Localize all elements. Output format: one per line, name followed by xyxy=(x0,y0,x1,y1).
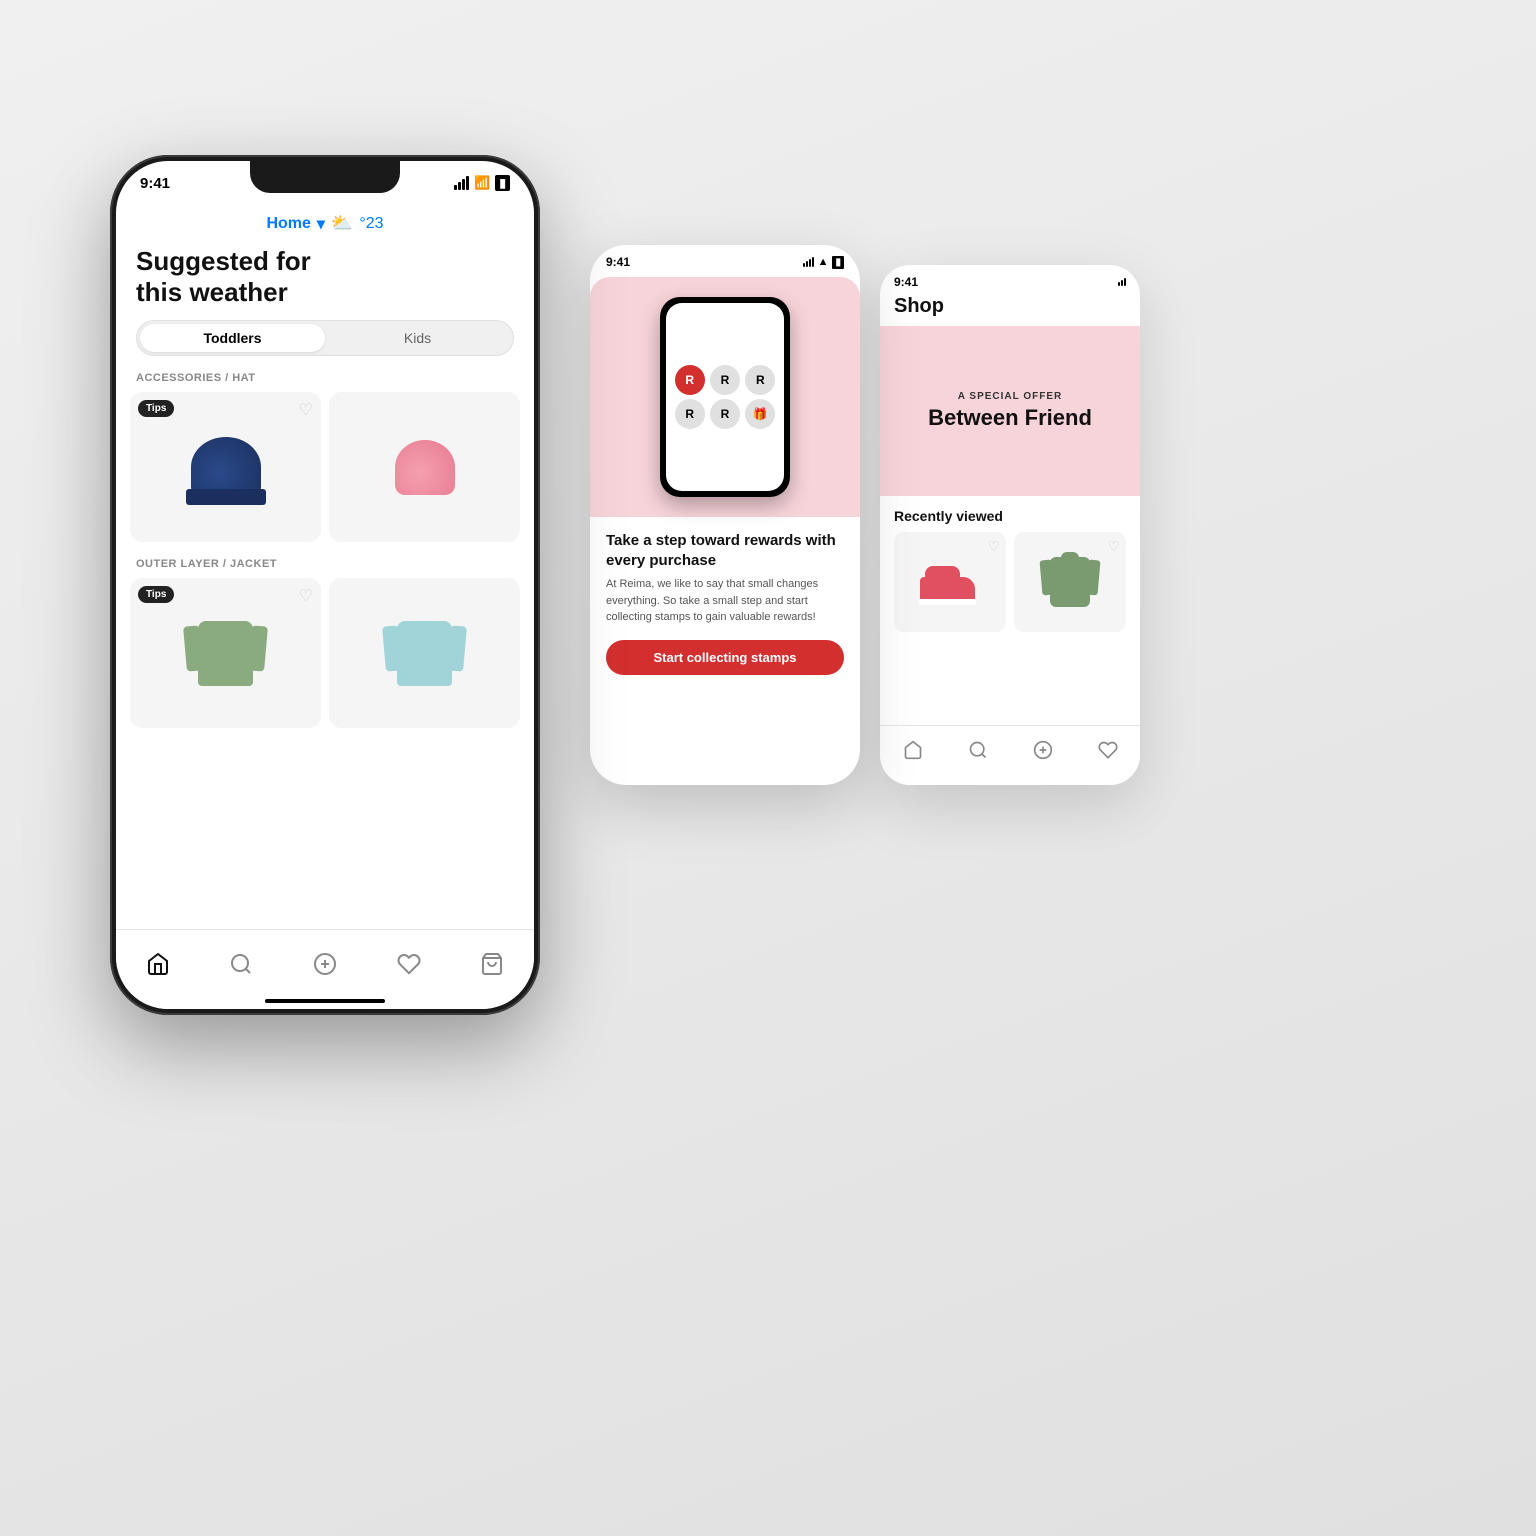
nav-search[interactable] xyxy=(229,952,253,976)
product-card-hat-pink[interactable] xyxy=(329,392,520,542)
page-title: Suggested for this weather xyxy=(116,238,534,320)
category-jacket: OUTER LAYER / JACKET xyxy=(116,554,534,578)
stamp-3: R xyxy=(745,365,775,395)
right-time: 9:41 xyxy=(894,275,918,289)
mid-signal xyxy=(803,257,814,267)
recently-card-shoe[interactable]: ♡ xyxy=(894,532,1006,632)
recently-jacket-image xyxy=(1045,552,1095,612)
right-status-bar: 9:41 xyxy=(880,265,1140,289)
main-phone: 9:41 📶 ▮ Home ▾ ⛅ °23 xyxy=(110,155,540,1015)
right-nav-heart[interactable] xyxy=(1098,740,1118,765)
product-card-jacket-blue[interactable] xyxy=(329,578,520,728)
right-phone: 9:41 Shop A SPECIAL OFFER Between Friend… xyxy=(880,265,1140,785)
main-content: Home ▾ ⛅ °23 Suggested for this weather … xyxy=(116,205,534,1009)
location-header[interactable]: Home ▾ ⛅ °23 xyxy=(116,205,534,238)
nav-cart[interactable] xyxy=(480,952,504,976)
rewards-body: Take a step toward rewards with every pu… xyxy=(590,517,860,689)
right-status-icons xyxy=(1118,278,1126,286)
right-nav-search[interactable] xyxy=(968,740,988,765)
main-phone-inner: 9:41 📶 ▮ Home ▾ ⛅ °23 xyxy=(116,161,534,1009)
main-notch xyxy=(250,161,400,193)
wifi-icon: 📶 xyxy=(474,175,490,191)
shop-banner: A SPECIAL OFFER Between Friend xyxy=(880,326,1140,496)
tab-toddlers[interactable]: Toddlers xyxy=(140,324,325,352)
tips-badge-hat: Tips xyxy=(138,400,174,417)
shoe-image xyxy=(920,562,980,602)
heart-button-hat[interactable]: ♡ xyxy=(299,400,313,420)
bottom-nav xyxy=(116,929,534,1009)
jacket-green-image xyxy=(193,616,258,691)
mid-battery: ▮ xyxy=(832,256,844,269)
hat-pink-image xyxy=(395,440,455,495)
temperature: °23 xyxy=(359,215,383,233)
nav-wishlist[interactable] xyxy=(397,952,421,976)
heart-shoe[interactable]: ♡ xyxy=(987,538,1000,555)
location-label[interactable]: Home xyxy=(266,215,310,233)
mid-banner: R R R R R 🎁 xyxy=(590,277,860,517)
jacket-product-row: Tips ♡ xyxy=(116,578,534,728)
product-card-jacket-green[interactable]: Tips ♡ xyxy=(130,578,321,728)
shop-label: Shop xyxy=(880,289,1140,326)
mid-time: 9:41 xyxy=(606,255,630,269)
category-hat: ACCESSORIES / HAT xyxy=(116,368,534,392)
status-icons: 📶 ▮ xyxy=(454,175,510,191)
mid-phone: 9:41 ▲ ▮ R R R R R 🎁 xyxy=(590,245,860,785)
recently-row: ♡ ♡ xyxy=(894,532,1126,632)
stamp-2: R xyxy=(710,365,740,395)
banner-title: Between Friend xyxy=(928,406,1092,430)
signal-icon xyxy=(454,176,469,190)
status-time: 9:41 xyxy=(140,175,170,192)
nav-plus[interactable] xyxy=(313,952,337,976)
mid-status-icons: ▲ ▮ xyxy=(803,256,844,269)
nav-home[interactable] xyxy=(146,952,170,976)
battery-icon: ▮ xyxy=(495,175,510,191)
location-arrow: ▾ xyxy=(317,214,325,234)
hat-product-row: Tips ♡ xyxy=(116,392,534,542)
hat-navy-image xyxy=(191,437,261,497)
home-indicator xyxy=(265,999,385,1003)
stamp-1: R xyxy=(675,365,705,395)
tab-kids[interactable]: Kids xyxy=(325,324,510,352)
weather-icon: ⛅ xyxy=(331,213,353,234)
stamps-grid: R R R R R 🎁 xyxy=(674,365,776,429)
tips-badge-jacket: Tips xyxy=(138,586,174,603)
inner-phone-screen: R R R R R 🎁 xyxy=(666,303,784,491)
stamp-gift: 🎁 xyxy=(745,399,775,429)
mid-wifi: ▲ xyxy=(818,256,829,268)
product-card-hat-navy[interactable]: Tips ♡ xyxy=(130,392,321,542)
right-nav-home[interactable] xyxy=(903,740,923,765)
right-nav-plus[interactable] xyxy=(1033,740,1053,765)
segment-tabs: Toddlers Kids xyxy=(136,320,514,356)
inner-phone-mockup: R R R R R 🎁 xyxy=(660,297,790,497)
recently-label: Recently viewed xyxy=(894,508,1126,524)
heart-button-jacket[interactable]: ♡ xyxy=(299,586,313,606)
recently-section: Recently viewed ♡ ♡ xyxy=(880,496,1140,640)
stamp-4: R xyxy=(675,399,705,429)
rewards-title: Take a step toward rewards with every pu… xyxy=(606,531,844,570)
recently-card-jacket[interactable]: ♡ xyxy=(1014,532,1126,632)
stamp-5: R xyxy=(710,399,740,429)
right-bottom-nav xyxy=(880,725,1140,785)
rewards-desc: At Reima, we like to say that small chan… xyxy=(606,576,844,626)
heart-jacket[interactable]: ♡ xyxy=(1107,538,1120,555)
mid-status-bar: 9:41 ▲ ▮ xyxy=(590,245,860,269)
collect-stamps-button[interactable]: Start collecting stamps xyxy=(606,640,844,675)
jacket-blue-image xyxy=(392,616,457,691)
right-signal xyxy=(1118,278,1126,286)
banner-sub-label: A SPECIAL OFFER xyxy=(958,391,1062,402)
